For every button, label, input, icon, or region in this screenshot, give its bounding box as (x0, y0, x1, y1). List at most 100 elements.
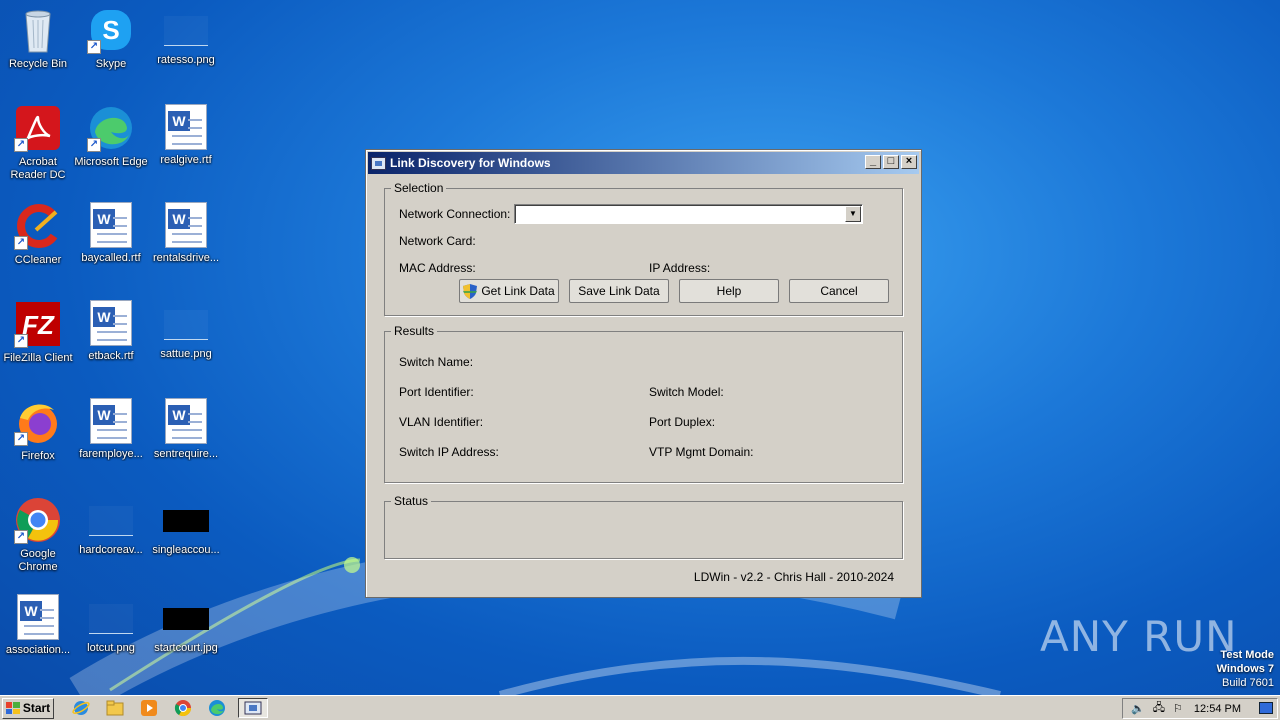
close-button[interactable]: × (901, 155, 917, 169)
taskbar: Start 🔈 🖧 ⚐ 12:54 PM (0, 695, 1280, 720)
desktop-icon-sentrequire[interactable]: W sentrequire... (148, 398, 224, 461)
image-file-icon (89, 506, 133, 536)
help-button[interactable]: Help (679, 279, 779, 303)
desktop-icon-label: singleaccou... (152, 544, 220, 556)
desktop-icon-label: Acrobat Reader DC (10, 156, 66, 181)
internet-explorer-icon[interactable] (70, 698, 92, 718)
desktop-icon-recycle-bin[interactable]: Recycle Bin (0, 6, 76, 71)
desktop-icon-ratesso[interactable]: ratesso.png (148, 6, 224, 67)
word-document-icon: W (17, 594, 59, 640)
volume-icon[interactable]: 🔈 (1131, 702, 1145, 715)
desktop-icon-edge[interactable]: ↗ Microsoft Edge (73, 104, 149, 169)
link-discovery-taskbar-button[interactable] (238, 698, 268, 718)
desktop-icon-ccleaner[interactable]: ↗ CCleaner (0, 202, 76, 267)
desktop-icon-label: ratesso.png (157, 54, 215, 66)
test-mode-notice: Test Mode Windows 7 Build 7601 (1217, 648, 1274, 690)
results-group: Results (384, 324, 903, 483)
window-titlebar[interactable]: Link Discovery for Windows _ □ × (368, 152, 919, 174)
desktop-icon-label: startcourt.jpg (154, 642, 218, 654)
get-link-data-button[interactable]: Get Link Data (459, 279, 559, 303)
status-group-label: Status (391, 494, 432, 508)
edge-taskbar-icon[interactable] (206, 698, 228, 718)
firefox-icon: ↗ (14, 398, 62, 446)
acrobat-icon: ↗ (14, 104, 62, 152)
desktop-icon-chrome[interactable]: ↗ Google Chrome (0, 496, 76, 574)
mac-address-label: MAC Address: (399, 261, 476, 275)
image-file-icon (89, 604, 133, 634)
desktop-icon-singleaccou[interactable]: singleaccou... (148, 496, 224, 557)
shortcut-arrow-icon: ↗ (14, 334, 28, 348)
skype-icon: S ↗ (87, 6, 135, 54)
desktop-icon-skype[interactable]: S ↗ Skype (73, 6, 149, 71)
desktop-icon-startcourt[interactable]: startcourt.jpg (148, 594, 224, 655)
media-player-icon[interactable] (138, 698, 160, 718)
shortcut-arrow-icon: ↗ (14, 530, 28, 544)
help-label: Help (716, 284, 742, 298)
network-connection-dropdown[interactable]: ▼ (514, 204, 863, 224)
word-document-icon: W (165, 104, 207, 150)
minimize-button[interactable]: _ (865, 155, 881, 169)
word-document-icon: W (165, 202, 207, 248)
results-group-label: Results (391, 324, 438, 338)
build-label: Build 7601 (1222, 677, 1274, 689)
desktop-icon-firefox[interactable]: ↗ Firefox (0, 398, 76, 463)
desktop-icon-label: faremploye... (79, 448, 143, 460)
show-desktop-icon[interactable] (1259, 702, 1273, 714)
image-file-icon (164, 310, 208, 340)
desktop-icon-etback[interactable]: W etback.rtf (73, 300, 149, 363)
ip-address-label: IP Address: (649, 261, 711, 275)
desktop-icon-association[interactable]: W association... (0, 594, 76, 657)
start-button[interactable]: Start (2, 697, 54, 719)
save-link-data-label: Save Link Data (578, 284, 660, 298)
desktop-icon-baycalled[interactable]: W baycalled.rtf (73, 202, 149, 265)
start-label: Start (22, 701, 51, 715)
os-label: Windows 7 (1216, 663, 1274, 675)
chevron-down-icon[interactable]: ▼ (845, 206, 861, 222)
desktop-icon-label: Microsoft Edge (74, 156, 148, 168)
desktop-icon-sattue[interactable]: sattue.png (148, 300, 224, 361)
edge-icon: ↗ (87, 104, 135, 152)
save-link-data-button[interactable]: Save Link Data (569, 279, 669, 303)
file-explorer-icon[interactable] (104, 698, 126, 718)
switch-name-label: Switch Name: (399, 355, 474, 369)
vlan-identifier-label: VLAN Identifier: (399, 415, 484, 429)
chrome-taskbar-icon[interactable] (172, 698, 194, 718)
desktop-icon-label: Firefox (21, 450, 55, 462)
port-identifier-label: Port Identifier: (399, 385, 474, 399)
desktop-icon-acrobat[interactable]: ↗ Acrobat Reader DC (0, 104, 76, 182)
desktop-icon-label: Skype (95, 58, 127, 70)
desktop-icon-lotcut[interactable]: lotcut.png (73, 594, 149, 655)
chrome-icon: ↗ (14, 496, 62, 544)
maximize-button[interactable]: □ (883, 155, 899, 169)
selection-group-label: Selection (391, 181, 447, 195)
windows-flag-icon (5, 702, 20, 714)
cancel-button[interactable]: Cancel (789, 279, 889, 303)
shortcut-arrow-icon: ↗ (87, 40, 101, 54)
shortcut-arrow-icon: ↗ (14, 236, 28, 250)
recycle-bin-icon (14, 6, 62, 54)
desktop-icon-label: baycalled.rtf (81, 252, 141, 264)
switch-model-label: Switch Model: (649, 385, 724, 399)
desktop-icon-label: FileZilla Client (3, 352, 73, 364)
desktop-icon-label: lotcut.png (87, 642, 135, 654)
uac-shield-icon (463, 283, 478, 299)
network-tray-icon[interactable]: 🖧 (1153, 699, 1165, 718)
clock[interactable]: 12:54 PM (1194, 703, 1241, 715)
word-document-icon: W (90, 398, 132, 444)
desktop-icon-rentalsdrive[interactable]: W rentalsdrive... (148, 202, 224, 265)
switch-ip-address-label: Switch IP Address: (399, 445, 499, 459)
desktop-icon-label: hardcoreav... (79, 544, 143, 556)
action-center-flag-icon[interactable]: ⚐ (1173, 702, 1183, 715)
desktop-icon-label: Google Chrome (18, 548, 58, 573)
desktop-icon-label: association... (5, 644, 71, 656)
desktop-icon-hardcoreav[interactable]: hardcoreav... (73, 496, 149, 557)
anyrun-watermark: ANY RUN (1040, 612, 1238, 661)
word-document-icon: W (165, 398, 207, 444)
svg-text:S: S (102, 15, 119, 45)
desktop-icon-filezilla[interactable]: FZ ↗ FileZilla Client (0, 300, 76, 365)
image-file-icon (163, 608, 209, 630)
watermark-brand: ANY RUN (1040, 612, 1238, 661)
desktop-icon-realgive[interactable]: W realgive.rtf (148, 104, 224, 167)
network-card-label: Network Card: (399, 234, 476, 248)
desktop-icon-faremploye[interactable]: W faremploye... (73, 398, 149, 461)
